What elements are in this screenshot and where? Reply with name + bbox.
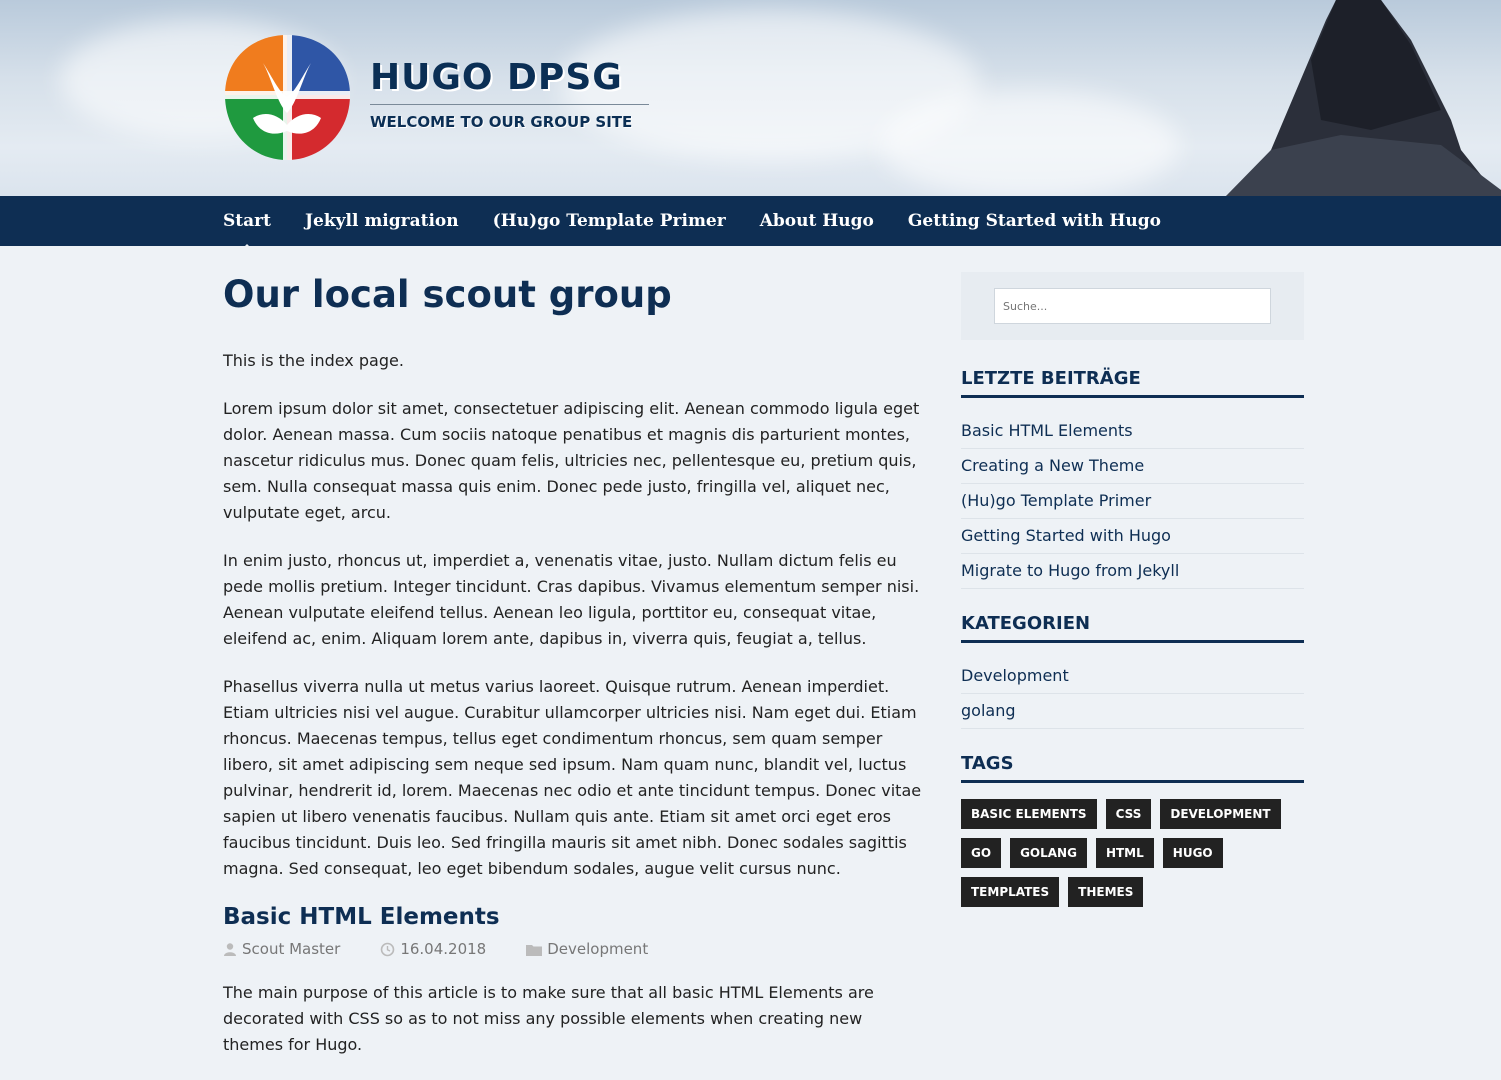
search-widget: [961, 272, 1304, 340]
post-category-link[interactable]: Development: [547, 940, 648, 958]
categories-title: KATEGORIEN: [961, 613, 1304, 643]
paragraph: Lorem ipsum dolor sit amet, consectetuer…: [223, 399, 920, 522]
tag-link[interactable]: TEMPLATES: [961, 877, 1060, 907]
recent-post-link[interactable]: Creating a New Theme: [961, 456, 1144, 475]
tag-link[interactable]: GO: [961, 838, 1002, 868]
branding: HUGO DPSG WELCOME TO OUR GROUP SITE: [370, 56, 649, 131]
post-title-link[interactable]: Basic HTML Elements: [223, 904, 923, 930]
tag-link[interactable]: THEMES: [1068, 877, 1144, 907]
site-header: HUGO DPSG WELCOME TO OUR GROUP SITE: [0, 0, 1501, 196]
nav-item-template-primer[interactable]: (Hu)go Template Primer: [493, 211, 726, 231]
post-author: Scout Master: [223, 940, 360, 958]
user-icon: [224, 943, 236, 956]
sidebar: LETZTE BEITRÄGE Basic HTML Elements Crea…: [961, 272, 1304, 916]
page-title: Our local scout group: [223, 273, 672, 316]
list-item: Development: [961, 659, 1304, 694]
paragraph: In enim justo, rhoncus ut, imperdiet a, …: [223, 551, 920, 648]
main-content: Our local scout group This is the index …: [223, 272, 923, 1080]
main-navigation: Start Jekyll migration (Hu)go Template P…: [0, 196, 1501, 250]
recent-posts-title: LETZTE BEITRÄGE: [961, 368, 1304, 398]
paragraph: Phasellus viverra nulla ut metus varius …: [223, 677, 922, 878]
list-item: Migrate to Hugo from Jekyll: [961, 554, 1304, 589]
recent-post-link[interactable]: Getting Started with Hugo: [961, 526, 1171, 545]
scout-logo[interactable]: [223, 33, 352, 162]
tag-link[interactable]: HTML: [1095, 838, 1154, 868]
site-title[interactable]: HUGO DPSG: [370, 56, 649, 105]
list-item: Creating a New Theme: [961, 449, 1304, 484]
post-excerpt: The main purpose of this article is to m…: [223, 983, 874, 1054]
site-tagline: WELCOME TO OUR GROUP SITE: [370, 113, 633, 131]
recent-posts-list: Basic HTML Elements Creating a New Theme…: [961, 414, 1304, 589]
tag-cloud: BASIC ELEMENTS CSS DEVELOPMENT GO GOLANG…: [961, 799, 1304, 916]
post-meta: Scout Master 16.04.2018 Development: [223, 940, 923, 958]
list-item: golang: [961, 694, 1304, 729]
post-author-name[interactable]: Scout Master: [242, 940, 340, 958]
tag-link[interactable]: HUGO: [1162, 838, 1223, 868]
post-date-value: 16.04.2018: [400, 940, 487, 958]
tags-title: TAGS: [961, 753, 1304, 783]
post-category: Development: [526, 940, 668, 958]
tag-link[interactable]: BASIC ELEMENTS: [961, 799, 1097, 829]
nav-item-start[interactable]: Start: [223, 211, 271, 250]
paragraph: This is the index page.: [223, 351, 404, 370]
folder-icon: [526, 944, 543, 956]
recent-post-link[interactable]: (Hu)go Template Primer: [961, 491, 1151, 510]
categories-list: Development golang: [961, 659, 1304, 729]
list-item: (Hu)go Template Primer: [961, 484, 1304, 519]
nav-item-getting-started[interactable]: Getting Started with Hugo: [908, 211, 1161, 231]
tent-roof-image: [1226, 0, 1501, 196]
recent-post-link[interactable]: Migrate to Hugo from Jekyll: [961, 561, 1179, 580]
category-link[interactable]: Development: [961, 666, 1069, 685]
tag-link[interactable]: CSS: [1105, 799, 1152, 829]
tag-link[interactable]: GOLANG: [1010, 838, 1087, 868]
post-date: 16.04.2018: [380, 940, 506, 958]
list-item: Basic HTML Elements: [961, 414, 1304, 449]
clock-icon: [381, 942, 395, 956]
list-item: Getting Started with Hugo: [961, 519, 1304, 554]
tag-link[interactable]: DEVELOPMENT: [1160, 799, 1281, 829]
search-input[interactable]: [994, 288, 1271, 324]
nav-item-about-hugo[interactable]: About Hugo: [760, 211, 874, 231]
recent-post-link[interactable]: Basic HTML Elements: [961, 421, 1133, 440]
nav-item-jekyll-migration[interactable]: Jekyll migration: [305, 211, 459, 231]
category-link[interactable]: golang: [961, 701, 1016, 720]
